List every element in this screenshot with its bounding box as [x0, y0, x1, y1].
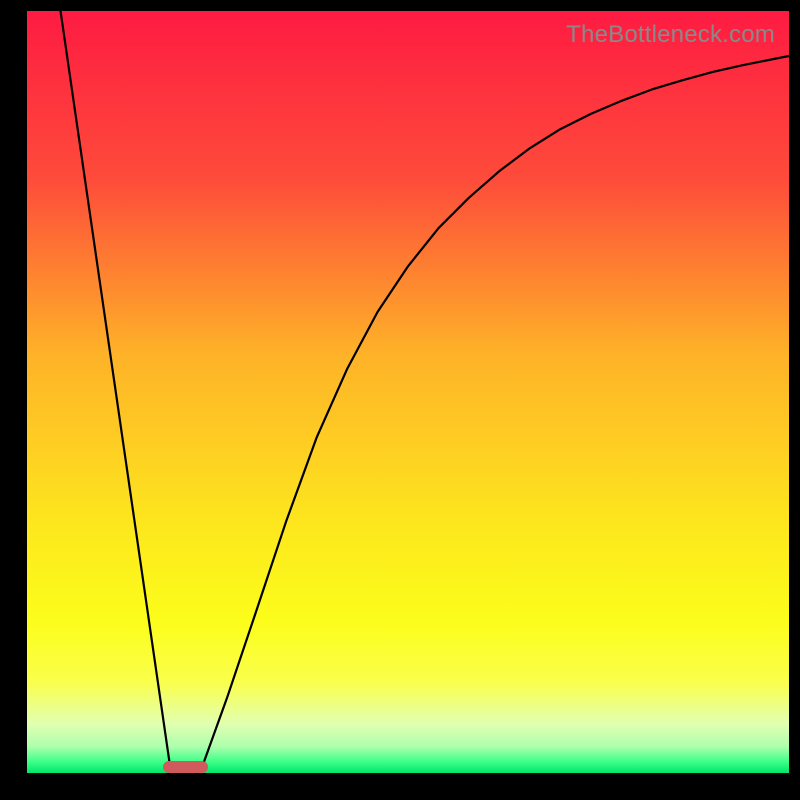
plot-area: TheBottleneck.com: [27, 11, 789, 773]
highlight-marker: [163, 761, 208, 773]
bottleneck-curve: [27, 11, 789, 773]
chart-frame: TheBottleneck.com: [0, 0, 800, 800]
watermark-text: TheBottleneck.com: [566, 21, 775, 49]
